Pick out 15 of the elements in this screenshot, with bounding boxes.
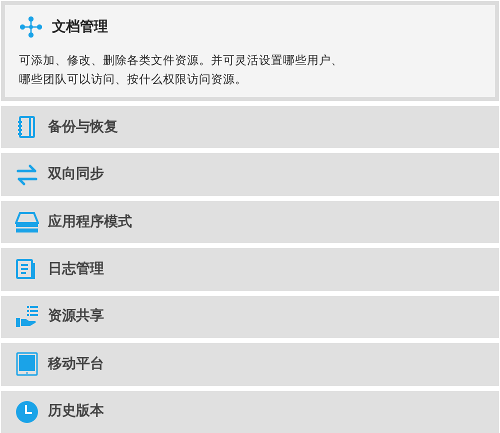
section-header[interactable]: 历史版本 [1, 390, 499, 433]
section-header[interactable]: 移动平台 [1, 343, 499, 386]
section-header[interactable]: 日志管理 [1, 248, 499, 291]
section-header[interactable]: 应用程序模式 [1, 200, 499, 244]
tray-icon [15, 210, 39, 234]
section-header[interactable]: 文档管理 [19, 15, 108, 39]
section-header[interactable]: 备份与恢复 [1, 106, 499, 148]
section-description: 可添加、修改、删除各类文件资源。并可灵活设置哪些用户、哪些团队可以访问、按什么权限访问资源。 [19, 52, 344, 88]
network-icon [19, 15, 43, 39]
tablet-icon [15, 352, 39, 376]
clock-icon [15, 400, 39, 424]
section-header[interactable]: 资源共享 [1, 296, 499, 338]
hand-list-icon [15, 304, 39, 329]
section-header[interactable]: 双向同步 [1, 153, 499, 196]
sync-arrows-icon [15, 162, 39, 187]
